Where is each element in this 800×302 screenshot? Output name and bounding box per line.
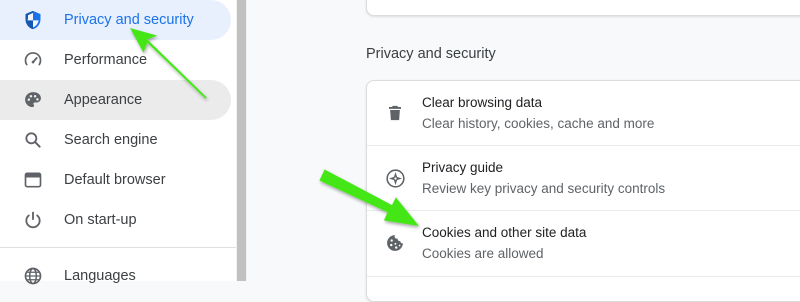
cookies-and-site-data-row[interactable]: Cookies and other site data Cookies are … <box>367 211 800 275</box>
speedometer-icon <box>22 49 44 71</box>
sidebar-item-search-engine[interactable]: Search engine <box>0 120 231 160</box>
trash-icon <box>384 102 406 124</box>
row-title: Privacy guide <box>422 160 504 175</box>
power-icon <box>22 209 44 231</box>
sidebar-item-privacy-and-security[interactable]: Privacy and security <box>0 0 231 40</box>
row-subtitle: Cookies are allowed <box>422 246 544 261</box>
sidebar-item-label: Default browser <box>64 172 166 188</box>
row-title: Clear browsing data <box>422 95 543 110</box>
settings-sidebar: Privacy and security Performance Appeara… <box>0 0 236 285</box>
row-subtitle: Clear history, cookies, cache and more <box>422 116 655 131</box>
sidebar-item-default-browser[interactable]: Default browser <box>0 160 231 200</box>
shield-icon <box>22 9 44 31</box>
previous-section-card <box>366 0 800 16</box>
palette-icon <box>22 89 44 111</box>
sidebar-item-label: Languages <box>64 268 136 284</box>
sidebar-divider <box>0 247 236 248</box>
browser-window-icon <box>22 169 44 191</box>
row-subtitle: Review key privacy and security controls <box>422 181 666 196</box>
sidebar-item-label: Search engine <box>64 132 158 148</box>
cookie-icon <box>384 232 406 254</box>
privacy-settings-card: Clear browsing data Clear history, cooki… <box>366 80 800 302</box>
sidebar-scrollbar[interactable] <box>236 0 247 281</box>
privacy-guide-row[interactable]: Privacy guide Review key privacy and sec… <box>367 146 800 210</box>
search-icon <box>22 129 44 151</box>
sidebar-item-appearance[interactable]: Appearance <box>0 80 231 120</box>
sidebar-item-languages[interactable]: Languages <box>0 256 231 296</box>
clear-browsing-data-row[interactable]: Clear browsing data Clear history, cooki… <box>367 81 800 145</box>
sidebar-item-on-start-up[interactable]: On start-up <box>0 200 231 240</box>
scrollbar-thumb[interactable] <box>237 0 246 281</box>
compass-icon <box>384 167 406 189</box>
sidebar-item-performance[interactable]: Performance <box>0 40 231 80</box>
sidebar-item-label: Appearance <box>64 92 143 108</box>
globe-icon <box>22 265 44 287</box>
sidebar-item-label: On start-up <box>64 212 137 228</box>
sidebar-item-label: Privacy and security <box>64 12 194 28</box>
sidebar-item-label: Performance <box>64 52 148 68</box>
row-divider <box>367 276 800 277</box>
row-title: Cookies and other site data <box>422 225 587 240</box>
section-title: Privacy and security <box>366 46 496 62</box>
settings-main-panel: Privacy and security Clear browsing data… <box>247 0 800 302</box>
